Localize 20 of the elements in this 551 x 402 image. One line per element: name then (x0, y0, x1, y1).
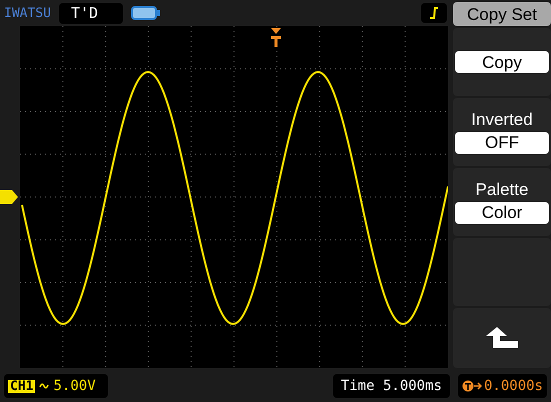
battery-icon (130, 6, 161, 20)
trigger-offset-value: 0.0000s (484, 379, 543, 393)
menu-title: Copy Set (453, 2, 551, 26)
mode-label: T'D (58, 2, 123, 24)
brand-logo: IWATSU (4, 6, 51, 20)
return-arrow-icon (485, 326, 519, 350)
option-value[interactable]: OFF (455, 132, 549, 154)
option-value[interactable]: Color (455, 202, 549, 224)
option-label: Inverted (471, 110, 533, 128)
rising-edge-icon (429, 6, 439, 20)
volts-per-div: 5.00V (53, 379, 97, 393)
ac-coupling-icon (39, 382, 50, 390)
trigger-position-icon (270, 28, 282, 48)
back-button[interactable] (453, 308, 551, 368)
timebase-label: Time 5.000ms (332, 374, 450, 398)
trigger-arrow-icon (462, 380, 482, 392)
channel-marker-icon (0, 190, 18, 204)
option-label: Palette (476, 180, 528, 198)
copy-button[interactable]: Copy (455, 51, 549, 73)
channel-label: CH1 (8, 380, 36, 392)
